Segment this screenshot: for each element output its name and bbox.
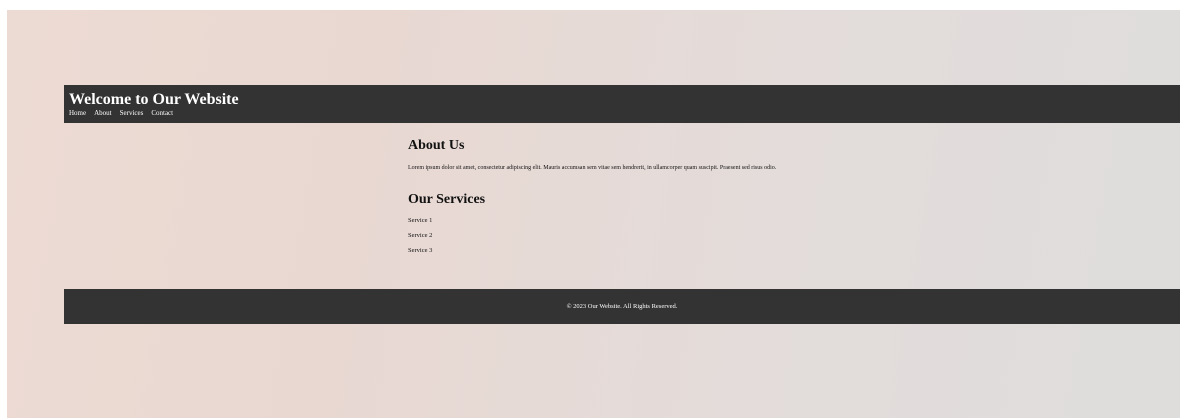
main-content: About Us Lorem ipsum dolor sit amet, con…	[408, 138, 888, 262]
service-item: Service 2	[408, 232, 433, 239]
main-nav: Home About Services Contact	[69, 109, 1180, 118]
nav-link-home[interactable]: Home	[69, 109, 86, 118]
page-viewport: Welcome to Our Website Home About Servic…	[7, 10, 1180, 418]
about-title: About Us	[408, 138, 465, 153]
site-title: Welcome to Our Website	[69, 91, 239, 108]
about-text: Lorem ipsum dolor sit amet, consectetur …	[408, 165, 777, 171]
service-item: Service 3	[408, 247, 433, 254]
service-item: Service 1	[408, 217, 433, 224]
services-section: Our Services Service 1 Service 2 Service…	[408, 192, 888, 262]
site-header: Welcome to Our Website Home About Servic…	[64, 85, 1180, 123]
nav-link-about[interactable]: About	[94, 109, 112, 118]
footer-copyright: © 2023 Our Website. All Rights Reserved.	[566, 303, 678, 310]
nav-link-services[interactable]: Services	[120, 109, 144, 118]
about-section: About Us Lorem ipsum dolor sit amet, con…	[408, 138, 888, 172]
service-list: Service 1 Service 2 Service 3	[408, 217, 888, 262]
services-title: Our Services	[408, 192, 486, 207]
site-footer: © 2023 Our Website. All Rights Reserved.	[64, 289, 1180, 324]
nav-link-contact[interactable]: Contact	[151, 109, 173, 118]
